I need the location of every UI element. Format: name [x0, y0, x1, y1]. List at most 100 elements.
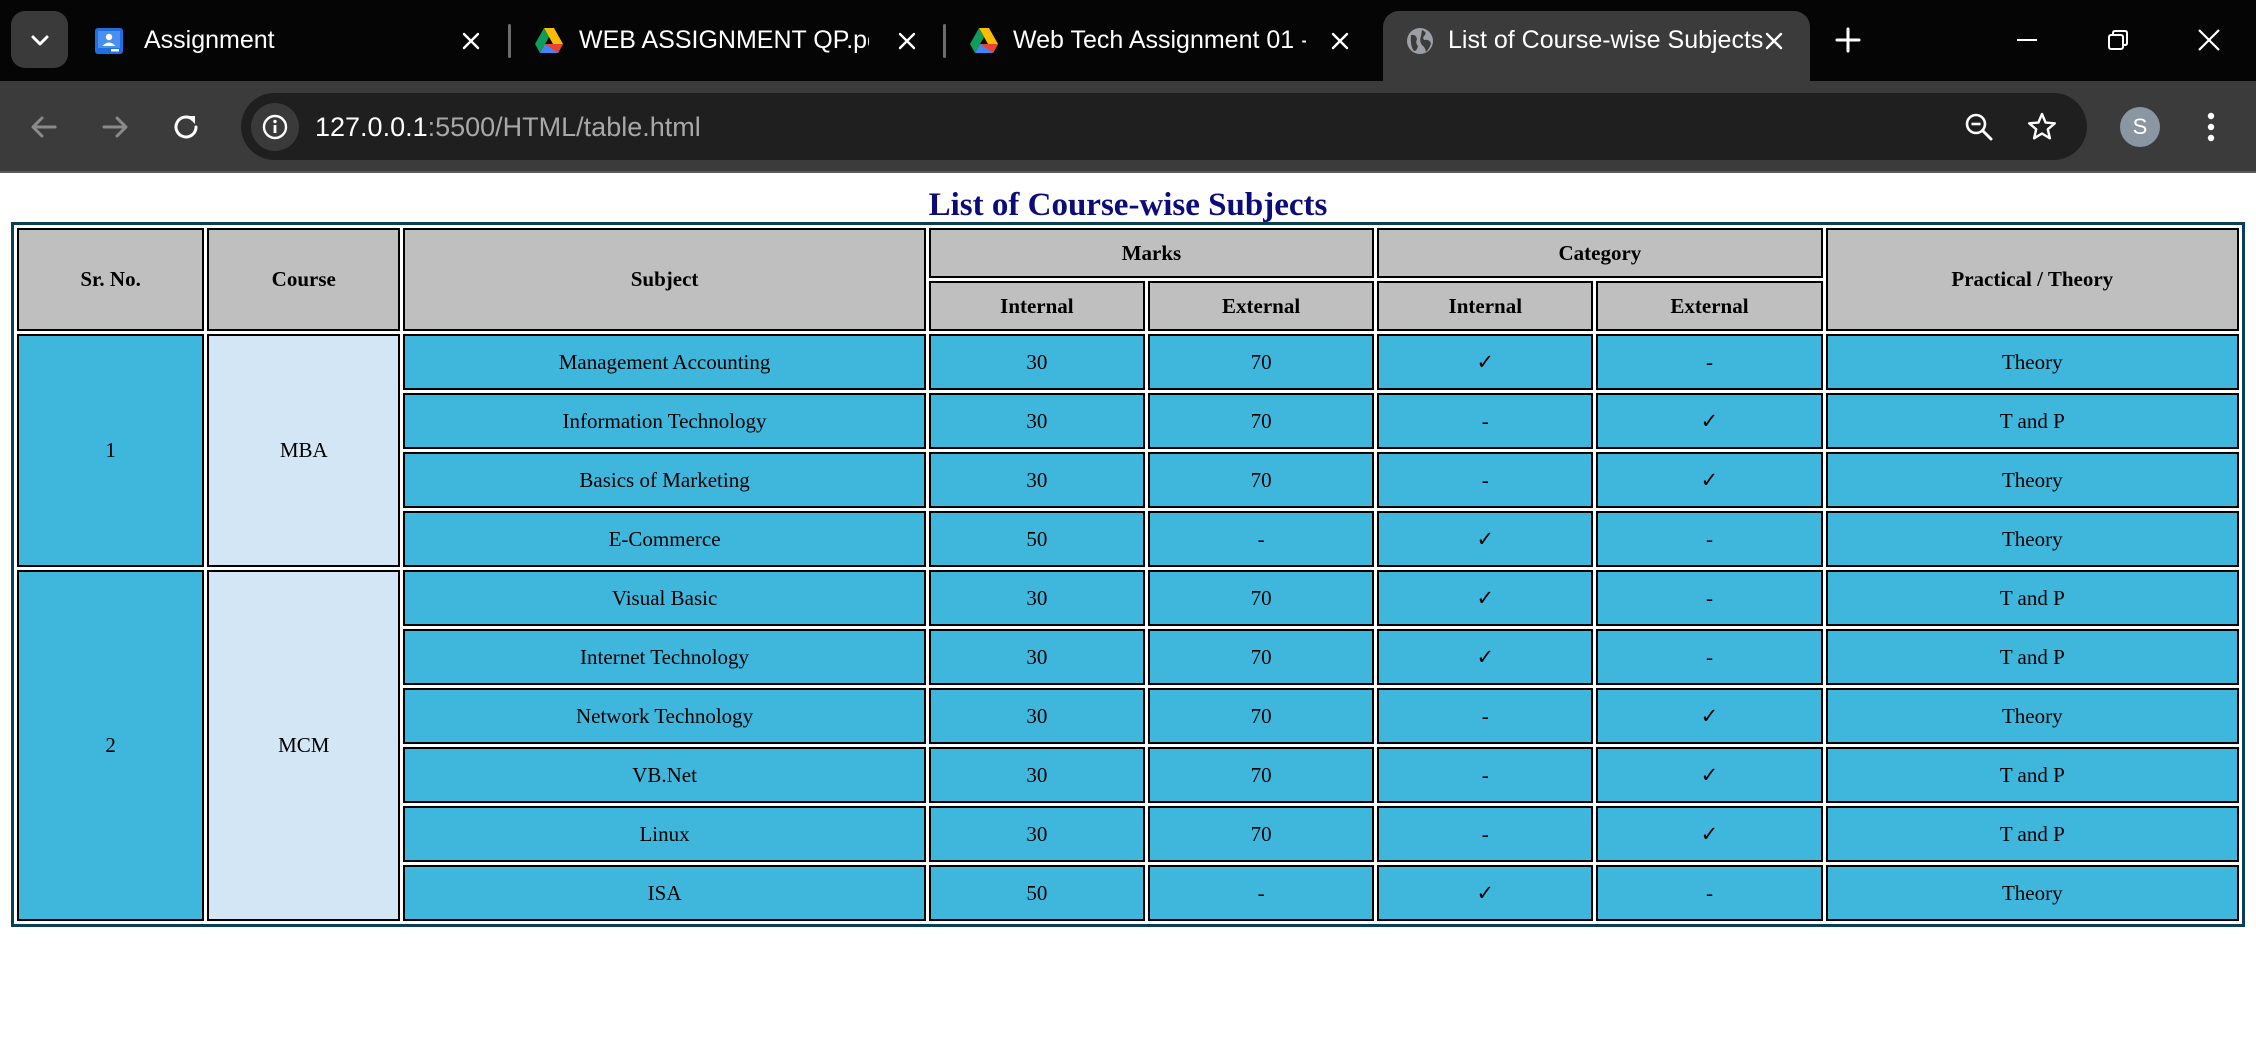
browser-toolbar: 127.0.0.1:5500/HTML/table.html S [0, 81, 2256, 171]
restore-icon [2108, 30, 2128, 50]
reload-button[interactable] [164, 105, 208, 149]
minimize-icon [2017, 39, 2037, 41]
marks-internal-cell: 30 [928, 688, 1145, 744]
close-icon[interactable] [1759, 26, 1789, 56]
tab-web-tech-assignment[interactable]: Web Tech Assignment 01 - [947, 11, 1370, 70]
type-cell: Theory [1825, 688, 2239, 744]
tab-title: Assignment [144, 26, 275, 54]
marks-external-cell: 70 [1147, 806, 1375, 862]
category-external-cell: - [1596, 511, 1823, 567]
star-icon [2028, 112, 2056, 140]
zoom-button[interactable] [1957, 105, 2001, 149]
category-internal-cell: ✓ [1377, 629, 1594, 685]
header-marks-external: External [1147, 281, 1375, 331]
tab-separator [943, 24, 946, 58]
category-internal-cell: - [1377, 393, 1594, 449]
type-cell: T and P [1825, 570, 2239, 626]
type-cell: T and P [1825, 393, 2239, 449]
header-practical-theory: Practical / Theory [1825, 228, 2239, 331]
table-row: 1 MBA Management Accounting 30 70 ✓ - Th… [17, 334, 2239, 567]
marks-external-cell: - [1147, 511, 1375, 567]
site-info-button[interactable] [251, 103, 299, 151]
subject-cell: Management Accounting [403, 334, 926, 390]
back-button[interactable] [22, 105, 66, 149]
category-internal-cell: ✓ [1377, 865, 1594, 921]
subject-cell: Network Technology [403, 688, 926, 744]
sr-no-cell: 2 [17, 570, 205, 921]
subject-cell: Internet Technology [403, 629, 926, 685]
category-external-cell: - [1596, 570, 1823, 626]
marks-external-cell: 70 [1147, 629, 1375, 685]
tab-web-assignment-pdf[interactable]: WEB ASSIGNMENT QP.pdf - [512, 11, 937, 70]
restore-button[interactable] [2096, 18, 2140, 62]
marks-internal-cell: 50 [928, 511, 1145, 567]
course-cell: MBA [207, 334, 401, 567]
chevron-down-icon [31, 35, 48, 45]
category-internal-cell: ✓ [1377, 511, 1594, 567]
google-classroom-icon [95, 28, 123, 54]
header-course: Course [207, 228, 401, 331]
marks-external-cell: 70 [1147, 688, 1375, 744]
google-drive-icon [970, 28, 998, 53]
category-external-cell: ✓ [1596, 688, 1823, 744]
subject-cell: Information Technology [403, 393, 926, 449]
marks-external-cell: 70 [1147, 334, 1375, 390]
url-text: 127.0.0.1:5500/HTML/table.html [315, 111, 701, 143]
subject-cell: ISA [403, 865, 926, 921]
address-bar[interactable]: 127.0.0.1:5500/HTML/table.html [241, 93, 2087, 160]
arrow-left-icon [31, 116, 57, 138]
type-cell: T and P [1825, 747, 2239, 803]
table-row: 2 MCM Visual Basic 30 70 ✓ - T and P [17, 570, 2239, 921]
sr-no-cell: 1 [17, 334, 205, 567]
url-host: 127.0.0.1 [315, 112, 428, 142]
menu-button[interactable] [2193, 105, 2229, 149]
marks-internal-cell: 30 [928, 334, 1145, 390]
type-cell: Theory [1825, 452, 2239, 508]
marks-internal-cell: 30 [928, 747, 1145, 803]
marks-external-cell: 70 [1147, 393, 1375, 449]
type-cell: Theory [1825, 865, 2239, 921]
category-external-cell: ✓ [1596, 452, 1823, 508]
reload-icon [174, 115, 198, 139]
close-icon[interactable] [456, 26, 486, 56]
more-vertical-icon [2207, 112, 2215, 142]
plus-icon [1835, 27, 1861, 53]
page-title: List of Course-wise Subjects [928, 187, 1328, 223]
type-cell: T and P [1825, 629, 2239, 685]
close-window-button[interactable] [2187, 18, 2231, 62]
bookmark-button[interactable] [2020, 105, 2064, 149]
minimize-button[interactable] [2005, 18, 2049, 62]
globe-icon [1407, 28, 1433, 54]
marks-internal-cell: 30 [928, 806, 1145, 862]
header-sr-no: Sr. No. [17, 228, 205, 331]
url-path: :5500/HTML/table.html [427, 112, 701, 142]
category-external-cell: ✓ [1596, 806, 1823, 862]
subject-cell: Linux [403, 806, 926, 862]
profile-avatar[interactable]: S [2120, 107, 2160, 147]
tab-assignment[interactable]: Assignment [72, 11, 500, 70]
course-cell: MCM [207, 570, 401, 921]
marks-external-cell: - [1147, 865, 1375, 921]
subjects-table: Sr. No. Course Subject Marks Category Pr… [11, 222, 2245, 927]
tab-list-of-course-wise-subjects[interactable]: List of Course-wise Subjects [1383, 11, 1810, 81]
close-icon[interactable] [1325, 26, 1355, 56]
header-marks-internal: Internal [928, 281, 1145, 331]
new-tab-button[interactable] [1830, 22, 1866, 58]
category-internal-cell: - [1377, 452, 1594, 508]
header-category: Category [1377, 228, 1823, 278]
category-internal-cell: ✓ [1377, 570, 1594, 626]
category-external-cell: ✓ [1596, 393, 1823, 449]
subject-cell: Basics of Marketing [403, 452, 926, 508]
forward-button[interactable] [93, 105, 137, 149]
header-marks: Marks [928, 228, 1375, 278]
tab-search-button[interactable] [11, 11, 68, 68]
header-category-external: External [1596, 281, 1823, 331]
marks-internal-cell: 30 [928, 393, 1145, 449]
category-external-cell: - [1596, 865, 1823, 921]
tab-title: WEB ASSIGNMENT QP.pdf - [579, 26, 869, 54]
close-icon [2198, 29, 2220, 51]
type-cell: Theory [1825, 334, 2239, 390]
close-icon[interactable] [892, 26, 922, 56]
type-cell: T and P [1825, 806, 2239, 862]
tab-separator [508, 24, 511, 58]
